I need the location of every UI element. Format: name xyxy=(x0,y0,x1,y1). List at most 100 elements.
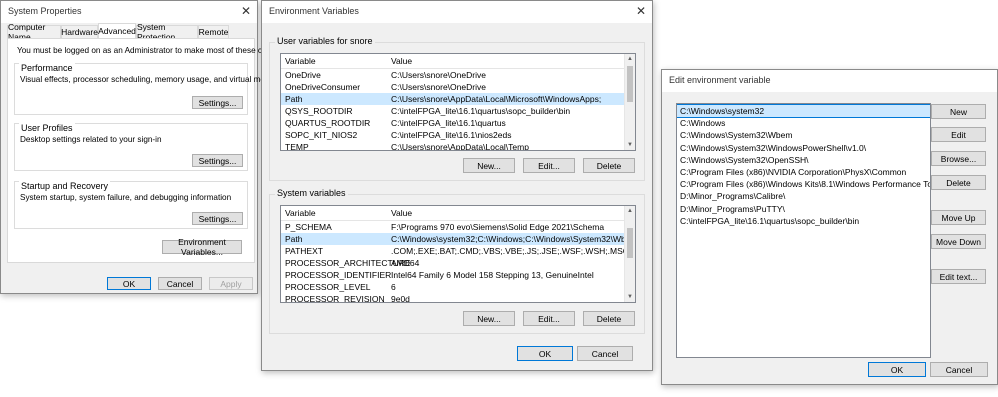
system-delete-button[interactable]: Delete xyxy=(583,311,635,326)
list-row[interactable]: PATHEXT .COM;.EXE;.BAT;.CMD;.VBS;.VBE;.JS… xyxy=(281,245,635,257)
button-label: Cancel xyxy=(945,364,973,375)
list-row[interactable]: PROCESSOR_IDENTIFIER Intel64 Family 6 Mod… xyxy=(281,269,635,281)
path-entry[interactable]: D:\Minor_Programs\Calibre\ xyxy=(677,190,930,202)
list-row[interactable]: OneDriveConsumer C:\Users\snore\OneDrive xyxy=(281,81,635,93)
tab-computer-name[interactable]: Computer Name xyxy=(7,22,61,42)
list-row[interactable]: TEMP C:\Users\snore\AppData\Local\Temp xyxy=(281,141,635,151)
path-entry[interactable]: C:\Program Files (x86)\Windows Kits\8.1\… xyxy=(677,178,930,190)
system-list-scrollbar[interactable]: ▲ ▼ xyxy=(624,206,635,302)
button-label: Cancel xyxy=(591,348,619,359)
tab-remote[interactable]: Remote xyxy=(198,25,229,38)
path-entry[interactable]: D:\Minor_Programs\PuTTY\ xyxy=(677,203,930,215)
list-row[interactable]: P_SCHEMA F:\Programs 970 evo\Siemens\Soli… xyxy=(281,221,635,233)
path-entry[interactable]: C:\Windows xyxy=(677,117,930,129)
scrollbar-thumb[interactable] xyxy=(627,228,633,258)
path-entry[interactable]: C:\Windows\System32\Wbem xyxy=(677,129,930,141)
path-entry[interactable]: C:\Program Files (x86)\NVIDIA Corporatio… xyxy=(677,166,930,178)
cancel-button[interactable]: Cancel xyxy=(930,362,988,377)
variable-value: 9e0d xyxy=(391,294,410,303)
tab-hardware[interactable]: Hardware xyxy=(61,25,98,38)
list-header: Variable Value xyxy=(281,206,635,221)
path-entry[interactable]: C:\Windows\System32\OpenSSH\ xyxy=(677,154,930,166)
startup-recovery-desc: System startup, system failure, and debu… xyxy=(20,193,232,202)
variable-name: PATHEXT xyxy=(285,246,323,256)
system-variables-list[interactable]: Variable Value P_SCHEMA F:\Programs 970 e… xyxy=(280,205,636,303)
startup-settings-button[interactable]: Settings... xyxy=(192,212,243,225)
variable-name: Path xyxy=(285,94,303,104)
user-delete-button[interactable]: Delete xyxy=(583,158,635,173)
scroll-up-arrow-icon[interactable]: ▲ xyxy=(625,206,635,216)
scroll-down-arrow-icon[interactable]: ▼ xyxy=(625,292,635,302)
edit-env-titlebar[interactable]: Edit environment variable xyxy=(662,70,997,92)
list-row[interactable]: QSYS_ROOTDIR C:\intelFPGA_lite\16.1\quart… xyxy=(281,105,635,117)
cancel-button[interactable]: Cancel xyxy=(577,346,633,361)
path-entry[interactable]: C:\Windows\System32\WindowsPowerShell\v1… xyxy=(677,142,930,154)
variable-name: PROCESSOR_LEVEL xyxy=(285,282,371,292)
environment-variables-button[interactable]: Environment Variables... xyxy=(162,237,242,257)
tab-system-protection[interactable]: System Protection xyxy=(136,22,198,42)
close-icon[interactable]: ✕ xyxy=(241,4,251,18)
column-header-value[interactable]: Value xyxy=(391,56,412,66)
user-new-button[interactable]: New... xyxy=(463,158,515,173)
close-icon[interactable]: ✕ xyxy=(636,4,646,18)
move-up-button[interactable]: Move Up xyxy=(931,210,986,225)
user-profiles-desc: Desktop settings related to your sign-in xyxy=(20,135,162,144)
edit-env-path-list[interactable]: C:\Windows\system32 C:\Windows C:\Windows\… xyxy=(676,103,931,358)
system-edit-button[interactable]: Edit... xyxy=(523,311,575,326)
edit-entry-button[interactable]: Edit xyxy=(931,127,986,142)
tab-advanced[interactable]: Advanced xyxy=(98,23,136,38)
tab-label: Remote xyxy=(198,27,229,37)
system-properties-titlebar[interactable]: System Properties ✕ xyxy=(1,1,257,23)
path-entry[interactable]: C:\intelFPGA_lite\16.1\quartus\sopc_buil… xyxy=(677,215,930,227)
variable-value: C:\Windows\system32;C:\Windows;C:\Window… xyxy=(391,234,635,244)
environment-variables-titlebar[interactable]: Environment Variables ✕ xyxy=(262,1,652,23)
list-row[interactable]: PROCESSOR_REVISION 9e0d xyxy=(281,293,635,303)
button-label: Delete xyxy=(596,160,622,171)
cancel-button[interactable]: Cancel xyxy=(158,277,202,290)
delete-entry-button[interactable]: Delete xyxy=(931,175,986,190)
column-header-variable[interactable]: Variable xyxy=(285,208,316,218)
variable-name: TEMP xyxy=(285,142,309,151)
list-row[interactable]: QUARTUS_ROOTDIR C:\intelFPGA_lite\16.1\qu… xyxy=(281,117,635,129)
ok-button[interactable]: OK xyxy=(517,346,573,361)
move-down-button[interactable]: Move Down xyxy=(931,234,986,249)
list-header: Variable Value xyxy=(281,54,635,69)
ok-button[interactable]: OK xyxy=(868,362,926,377)
system-new-button[interactable]: New... xyxy=(463,311,515,326)
system-variables-group: System variables Variable Value P_SCHEMA… xyxy=(269,188,645,334)
user-variables-title: User variables for snore xyxy=(275,36,375,46)
button-label: OK xyxy=(122,278,136,289)
variable-value: C:\Users\snore\OneDrive xyxy=(391,70,486,80)
list-row[interactable]: PROCESSOR_ARCHITECTURE AMD64 xyxy=(281,257,635,269)
column-header-value[interactable]: Value xyxy=(391,208,412,218)
list-row[interactable]: PROCESSOR_LEVEL 6 xyxy=(281,281,635,293)
path-entry[interactable]: C:\Windows\system32 xyxy=(677,104,930,118)
user-list-scrollbar[interactable]: ▲ ▼ xyxy=(624,54,635,150)
user-variables-list[interactable]: Variable Value OneDrive C:\Users\snore\On… xyxy=(280,53,636,151)
path-entry-text: C:\intelFPGA_lite\16.1\quartus\sopc_buil… xyxy=(680,215,860,226)
button-label: New... xyxy=(477,313,501,324)
scroll-down-arrow-icon[interactable]: ▼ xyxy=(625,140,635,150)
ok-button[interactable]: OK xyxy=(107,277,151,290)
variable-value: AMD64 xyxy=(391,258,420,268)
path-entry-text: C:\Program Files (x86)\Windows Kits\8.1\… xyxy=(680,179,930,190)
button-label: OK xyxy=(890,364,904,375)
browse-button[interactable]: Browse... xyxy=(931,151,986,166)
scroll-up-arrow-icon[interactable]: ▲ xyxy=(625,54,635,64)
path-entry-text: C:\Program Files (x86)\NVIDIA Corporatio… xyxy=(680,167,907,177)
edit-text-button[interactable]: Edit text... xyxy=(931,269,986,284)
new-entry-button[interactable]: New xyxy=(931,104,986,119)
scrollbar-thumb[interactable] xyxy=(627,66,633,102)
performance-settings-button[interactable]: Settings... xyxy=(192,96,243,109)
column-header-variable[interactable]: Variable xyxy=(285,56,316,66)
list-row[interactable]: OneDrive C:\Users\snore\OneDrive xyxy=(281,69,635,81)
user-profiles-settings-button[interactable]: Settings... xyxy=(192,154,243,167)
variable-value: C:\Users\snore\OneDrive xyxy=(391,82,486,92)
button-label: New xyxy=(949,106,967,117)
list-row[interactable]: SOPC_KIT_NIOS2 C:\intelFPGA_lite\16.1\nio… xyxy=(281,129,635,141)
list-row[interactable]: Path C:\Windows\system32;C:\Windows;C:\Wi… xyxy=(281,233,635,245)
system-variables-title: System variables xyxy=(275,188,348,198)
user-edit-button[interactable]: Edit... xyxy=(523,158,575,173)
list-row[interactable]: Path C:\Users\snore\AppData\Local\Microso… xyxy=(281,93,635,105)
button-label: Settings... xyxy=(198,213,237,224)
